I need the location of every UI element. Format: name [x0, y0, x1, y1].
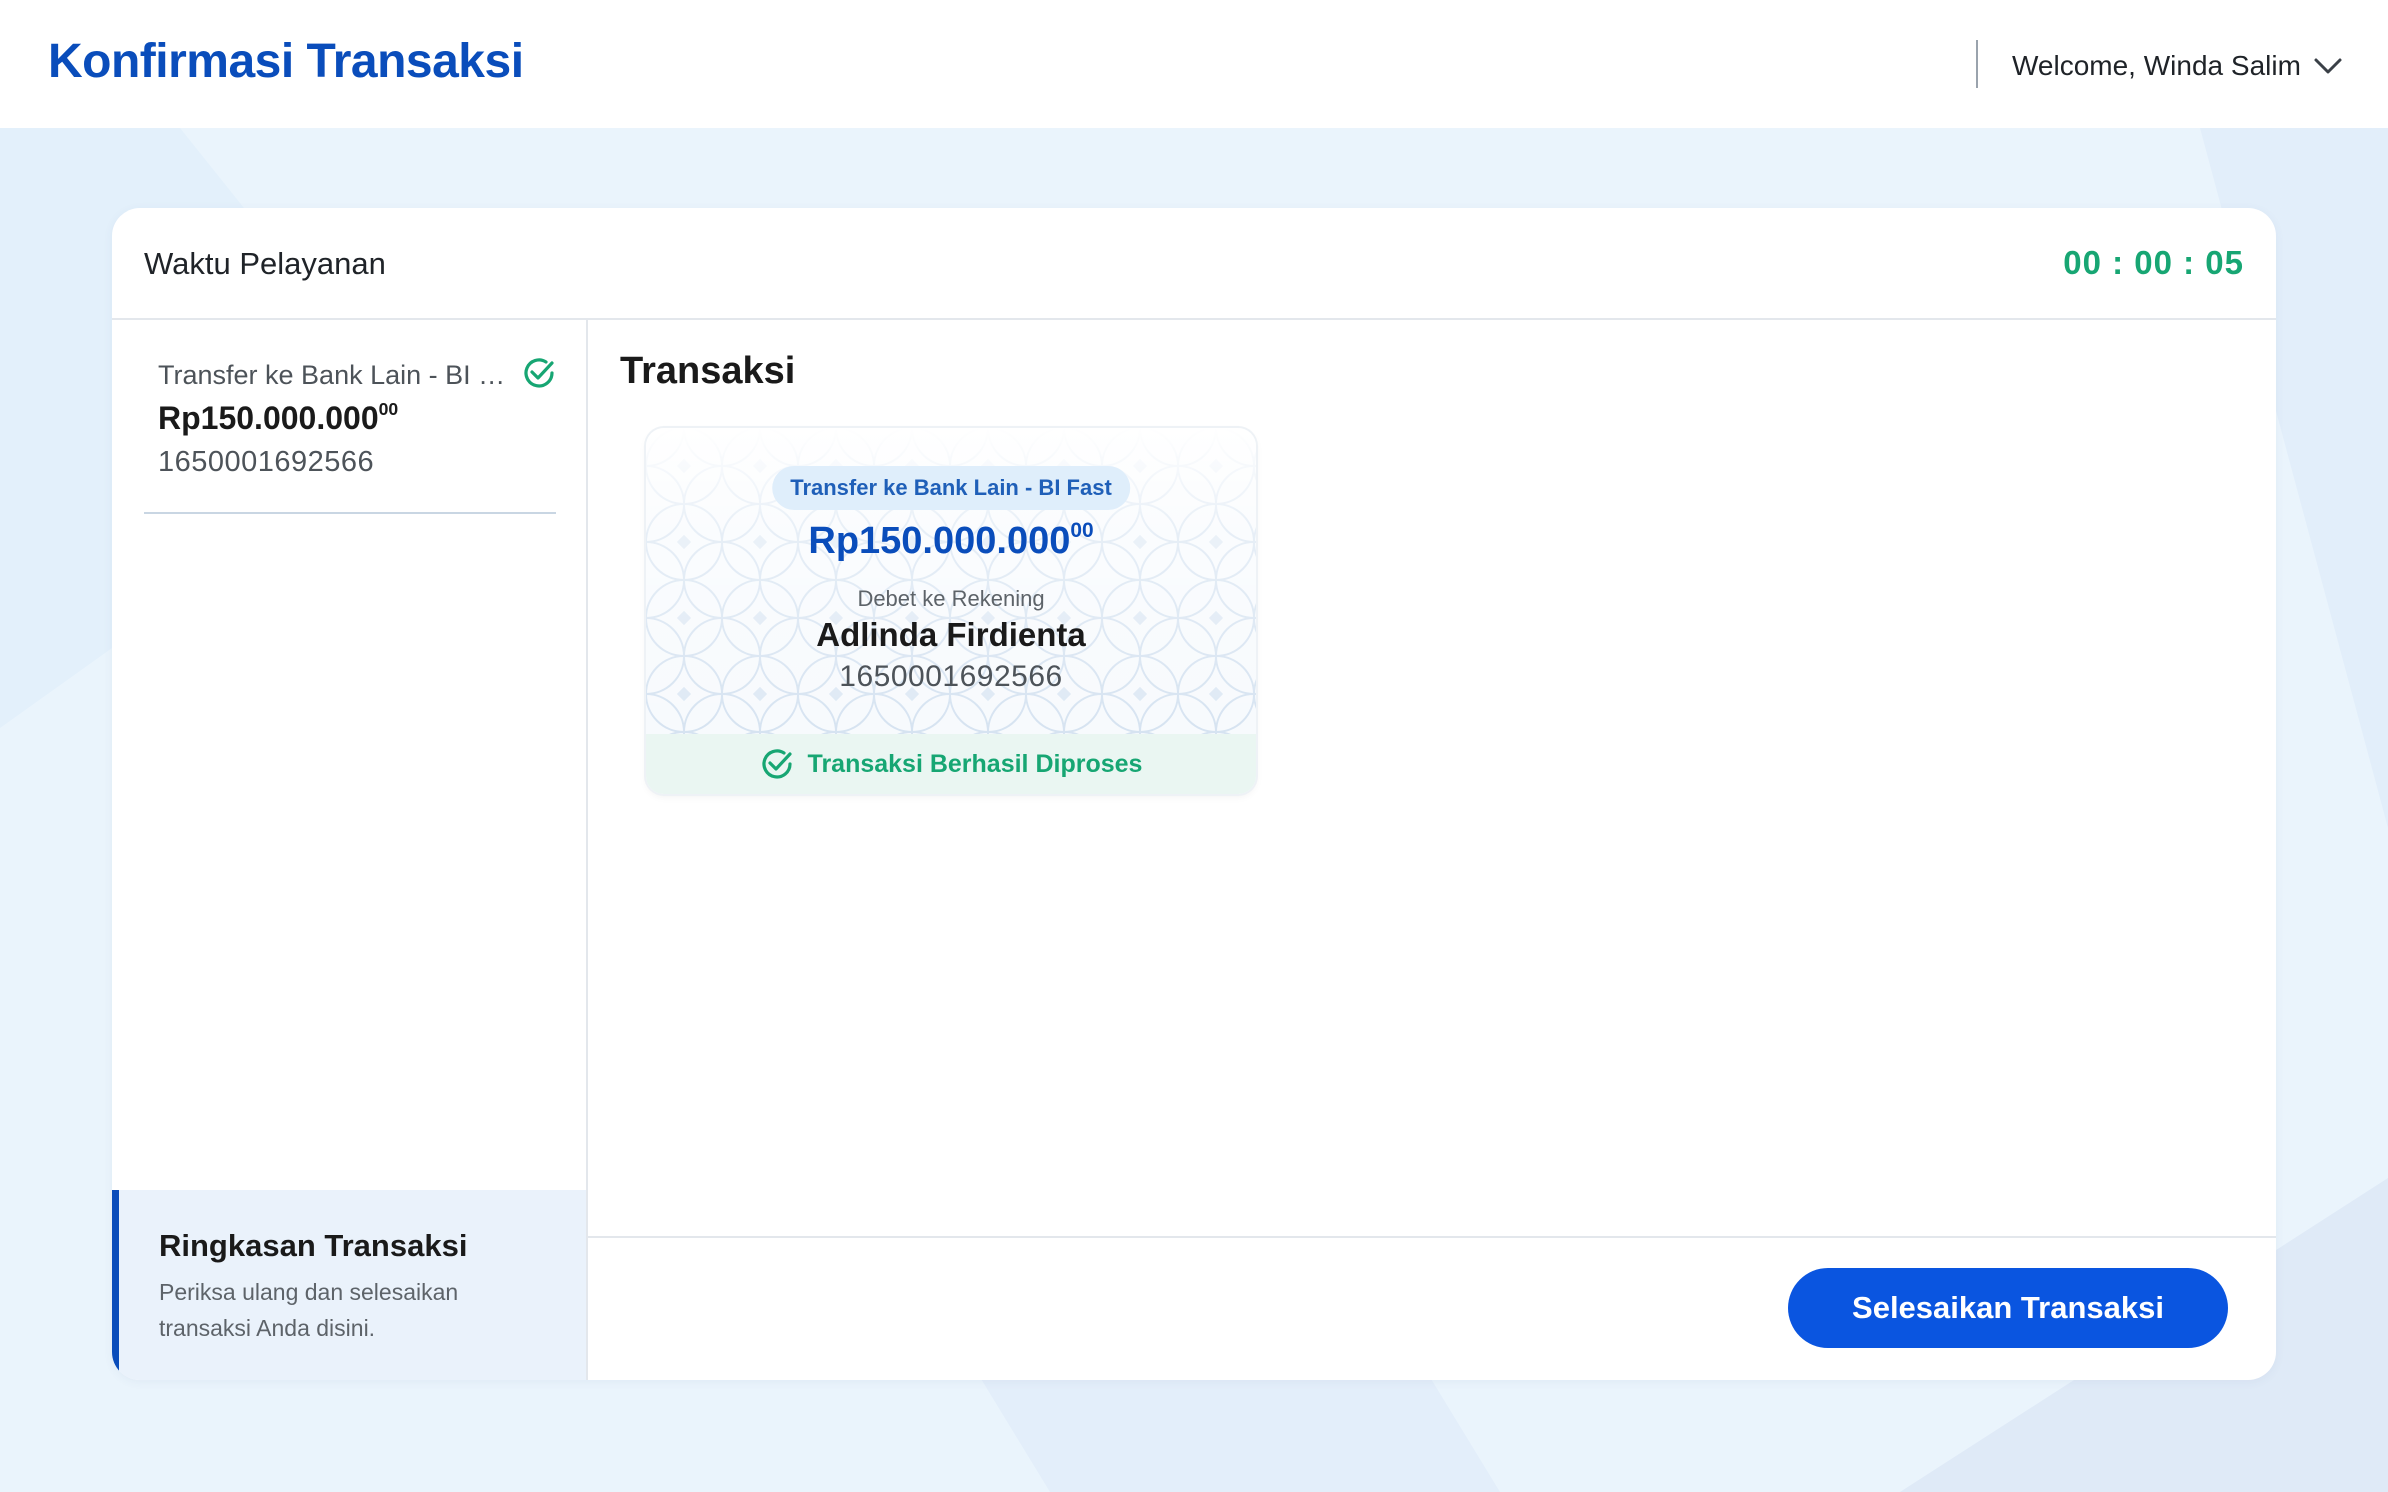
- transaction-amount: Rp150.000.00000: [646, 519, 1256, 563]
- top-header: Konfirmasi Transaksi Welcome, Winda Sali…: [0, 0, 2388, 128]
- transaction-detail-card: Transfer ke Bank Lain - BI Fast Rp150.00…: [646, 428, 1256, 794]
- check-circle-icon: [761, 749, 792, 779]
- page-title: Konfirmasi Transaksi: [48, 35, 524, 88]
- main-title: Transaksi: [620, 350, 796, 392]
- header-divider: [1976, 40, 1978, 88]
- debit-label: Debet ke Rekening: [857, 586, 1045, 611]
- welcome-text: Welcome, Winda Salim: [2012, 50, 2301, 81]
- service-timer: 00 : 00 : 05: [2063, 244, 2244, 281]
- summary-description: Periksa ulang dan selesaikan transaksi A…: [159, 1279, 459, 1341]
- finish-transaction-button[interactable]: Selesaikan Transaksi: [1788, 1268, 2228, 1348]
- chevron-down-icon: [2314, 58, 2342, 74]
- summary-title: Ringkasan Transaksi: [159, 1228, 468, 1263]
- transaction-status-bar: Transaksi Berhasil Diproses: [646, 734, 1256, 794]
- sidebar-item-title: Transfer ke Bank Lain - BI Fast: [158, 360, 508, 390]
- sidebar-amount-decimal: 00: [378, 399, 399, 420]
- transaction-amount-decimal: 00: [1070, 519, 1094, 543]
- user-menu[interactable]: Welcome, Winda Salim: [2012, 48, 2343, 84]
- transaction-sidebar: Transfer ke Bank Lain - BI Fast Rp150.00…: [112, 320, 588, 1380]
- main-panel: Transaksi Transfer ke Bank Lain - BI Fas…: [588, 320, 2276, 1380]
- card-footer: Selesaikan Transaksi: [588, 1236, 2276, 1380]
- transaction-card-container: Waktu Pelayanan 00 : 00 : 05 Transfer ke…: [112, 208, 2276, 1380]
- summary-section[interactable]: Ringkasan Transaksi Periksa ulang dan se…: [112, 1190, 586, 1380]
- check-circle-icon: [524, 358, 554, 388]
- sidebar-item-transaction[interactable]: Transfer ke Bank Lain - BI Fast Rp150.00…: [144, 320, 556, 514]
- transaction-type-badge: Transfer ke Bank Lain - BI Fast: [772, 466, 1130, 510]
- sidebar-item-amount: Rp150.000.00000: [158, 399, 399, 437]
- sidebar-amount-main: Rp150.000.000: [158, 400, 379, 436]
- transaction-status-text: Transaksi Berhasil Diproses: [807, 749, 1143, 778]
- service-time-bar: Waktu Pelayanan 00 : 00 : 05: [112, 208, 2276, 320]
- account-number: 1650001692566: [839, 660, 1063, 693]
- transaction-amount-main: Rp150.000.000: [808, 520, 1071, 562]
- account-owner-name: Adlinda Firdienta: [816, 616, 1086, 653]
- service-time-label: Waktu Pelayanan: [144, 246, 386, 281]
- sidebar-item-account: 1650001692566: [158, 446, 375, 478]
